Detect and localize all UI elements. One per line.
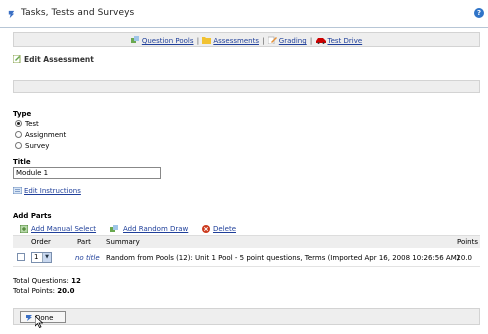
footer-bar: Done xyxy=(13,308,480,325)
title-input[interactable]: Module 1 xyxy=(13,167,161,179)
total-questions-label: Total Questions: xyxy=(13,277,69,285)
type-option-label: Test xyxy=(25,120,39,128)
total-questions-value: 12 xyxy=(71,277,81,285)
assessments-folder-icon xyxy=(202,37,212,44)
nav-separator: | xyxy=(262,37,265,45)
test-drive-car-icon xyxy=(315,38,326,44)
order-select-value: 1 xyxy=(34,253,39,261)
total-points: Total Points: 20.0 xyxy=(13,287,74,295)
message-bar xyxy=(13,80,480,93)
part-points: 20.0 xyxy=(456,254,472,262)
title-label: Title xyxy=(13,158,31,166)
delete-link[interactable]: Delete xyxy=(213,225,236,233)
total-points-label: Total Points: xyxy=(13,287,55,295)
nav-separator: | xyxy=(196,37,200,45)
order-select[interactable]: 1 ▼ xyxy=(31,252,52,263)
manual-select-icon xyxy=(20,225,28,233)
part-title-link[interactable]: no title xyxy=(75,254,100,262)
done-button[interactable]: Done xyxy=(20,311,66,323)
mouse-cursor-icon xyxy=(35,316,43,328)
chevron-down-icon: ▼ xyxy=(42,253,51,262)
add-random-draw-link[interactable]: Add Random Draw xyxy=(123,225,188,233)
edit-assessment-icon xyxy=(13,55,21,63)
type-option-label: Assignment xyxy=(25,131,67,139)
row-select-checkbox[interactable] xyxy=(17,253,25,261)
type-option-survey[interactable]: Survey xyxy=(15,142,49,150)
add-parts-label: Add Parts xyxy=(13,212,52,220)
done-icon xyxy=(26,315,32,321)
title-bar: Tasks, Tests and Surveys ? xyxy=(0,0,488,28)
edit-instructions-link[interactable]: Edit Instructions xyxy=(24,187,81,195)
random-draw-icon xyxy=(110,225,118,232)
radio-assignment[interactable] xyxy=(15,131,22,138)
column-part: Part xyxy=(77,238,91,246)
total-points-value: 20.0 xyxy=(57,287,75,295)
help-icon[interactable]: ? xyxy=(474,8,484,18)
nav-grading-link[interactable]: Grading xyxy=(279,37,307,45)
instructions-icon xyxy=(13,187,22,194)
part-summary: Random from Pools (12): Unit 1 Pool - 5 … xyxy=(106,254,460,262)
column-order: Order xyxy=(31,238,51,246)
radio-test[interactable] xyxy=(15,120,22,127)
delete-icon xyxy=(202,225,210,233)
page-tool-title: Tasks, Tests and Surveys xyxy=(21,8,135,18)
parts-toolbar: Add Manual Select Add Random Draw Delete xyxy=(13,222,480,236)
table-row: 1 ▼ no title Random from Pools (12): Uni… xyxy=(13,248,480,267)
nav-separator: | xyxy=(309,37,313,45)
parts-table-header: Order Part Summary Points xyxy=(13,236,480,248)
page-title: Edit Assessment xyxy=(24,55,94,64)
nav-test-drive-link[interactable]: Test Drive xyxy=(328,37,363,45)
grading-pencil-icon xyxy=(267,36,277,44)
tasks-tool-icon xyxy=(8,10,15,19)
type-option-test[interactable]: Test xyxy=(15,120,39,128)
radio-survey[interactable] xyxy=(15,142,22,149)
add-manual-select-link[interactable]: Add Manual Select xyxy=(31,225,96,233)
nav-question-pools-link[interactable]: Question Pools xyxy=(142,37,194,45)
nav-assessments-link[interactable]: Assessments xyxy=(213,37,259,45)
assessment-nav-bar: Question Pools | Assessments | Grading |… xyxy=(13,32,480,47)
question-pools-icon xyxy=(130,36,139,43)
column-summary: Summary xyxy=(106,238,140,246)
type-option-label: Survey xyxy=(25,142,50,150)
column-points: Points xyxy=(456,238,478,246)
type-option-assignment[interactable]: Assignment xyxy=(15,131,66,139)
type-label: Type xyxy=(13,110,32,118)
total-questions: Total Questions: 12 xyxy=(13,277,81,285)
